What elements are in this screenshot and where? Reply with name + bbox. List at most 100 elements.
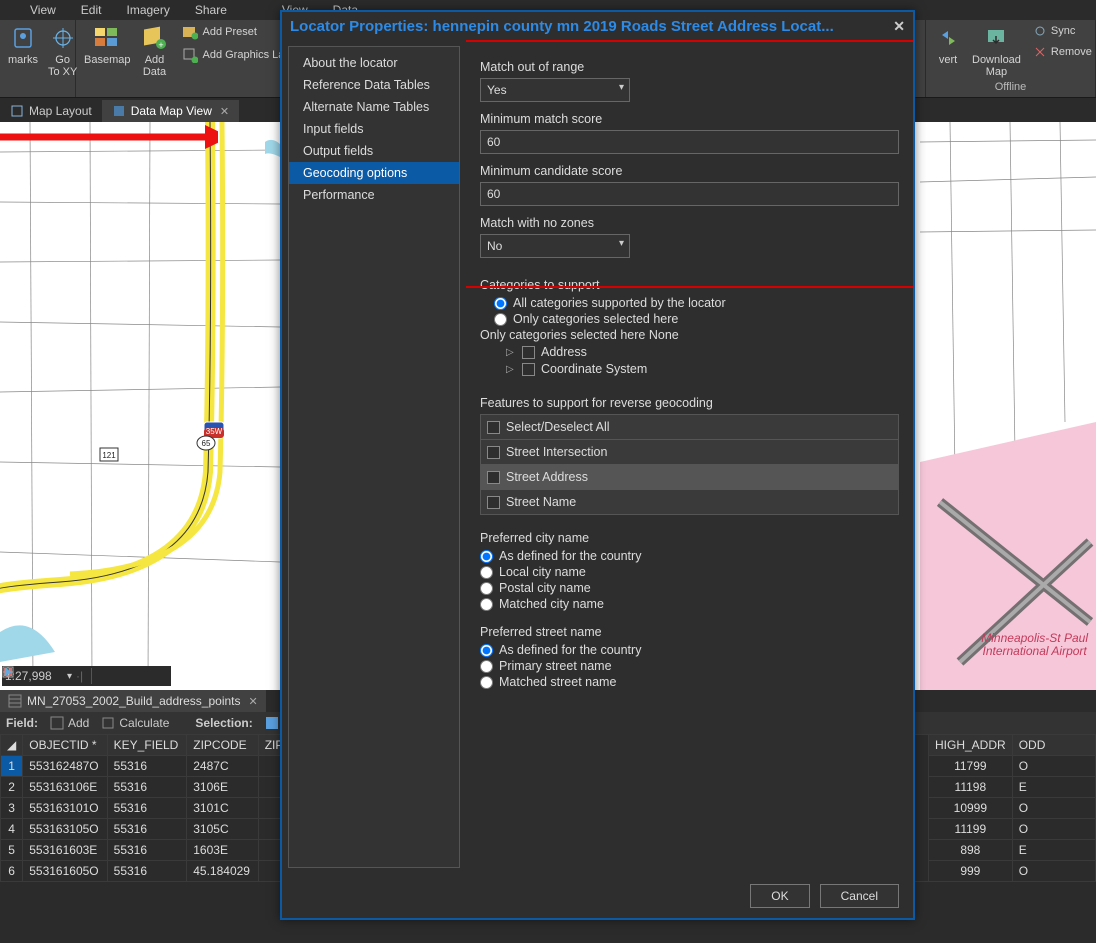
menu-view[interactable]: View xyxy=(30,3,56,17)
sidebar-item-alternate-name-tables[interactable]: Alternate Name Tables xyxy=(289,96,459,118)
close-icon[interactable]: ✕ xyxy=(893,18,905,35)
preset-icon xyxy=(182,24,198,40)
sync-icon xyxy=(1033,24,1047,38)
svg-text:121: 121 xyxy=(102,451,116,460)
tab-map-layout[interactable]: Map Layout xyxy=(0,100,102,122)
sidebar-item-input-fields[interactable]: Input fields xyxy=(289,118,459,140)
table-row[interactable]: 6553161605O5531645.184029 xyxy=(1,861,298,882)
menu-share[interactable]: Share xyxy=(195,3,227,17)
match-out-of-range-select[interactable]: Yes xyxy=(480,78,630,102)
reverse-features-list[interactable]: Select/Deselect AllStreet IntersectionSt… xyxy=(480,414,899,515)
categories-selected-text: Only categories selected here None xyxy=(480,328,899,342)
goto-xy-button[interactable]: Go To XY xyxy=(46,22,79,80)
min-match-label: Minimum match score xyxy=(480,112,899,126)
tree-item-address[interactable]: ▷Address xyxy=(506,345,899,359)
checkbox-icon[interactable] xyxy=(487,496,500,509)
dialog-title: Locator Properties: hennepin county mn 2… xyxy=(290,18,834,35)
tab-data-map-view[interactable]: Data Map View ✕ xyxy=(102,100,239,122)
categories-selected-radio[interactable] xyxy=(494,313,507,326)
calculate-button[interactable]: Calculate xyxy=(101,716,169,730)
sidebar-item-about-the-locator[interactable]: About the locator xyxy=(289,52,459,74)
table-row[interactable]: 11799O xyxy=(929,756,1096,777)
pref-city-radio-1[interactable] xyxy=(480,566,493,579)
row-header[interactable]: ◢ xyxy=(1,735,23,756)
min-candidate-input[interactable] xyxy=(480,182,899,206)
close-icon[interactable]: ✕ xyxy=(249,695,258,708)
min-candidate-label: Minimum candidate score xyxy=(480,164,899,178)
min-match-input[interactable] xyxy=(480,130,899,154)
attribute-table-right[interactable]: HIGH_ADDR ODD 11799O11198E10999O11199O89… xyxy=(928,734,1096,882)
pause-icon[interactable] xyxy=(98,668,114,684)
remove-button[interactable]: Remove xyxy=(1031,43,1094,61)
pref-street-radio-2[interactable] xyxy=(480,676,493,689)
table-row[interactable]: 999O xyxy=(929,861,1096,882)
checkbox-icon[interactable] xyxy=(487,471,500,484)
checkbox-icon[interactable] xyxy=(487,446,500,459)
add-preset-button[interactable]: Add Preset xyxy=(180,22,291,42)
categories-all-radio[interactable] xyxy=(494,297,507,310)
table-row[interactable]: 5553161603E553161603E xyxy=(1,840,298,861)
bookmarks-button[interactable]: marks xyxy=(6,22,40,68)
locator-properties-dialog: Locator Properties: hennepin county mn 2… xyxy=(280,10,915,920)
menu-imagery[interactable]: Imagery xyxy=(126,3,169,17)
pref-city-label: Preferred city name xyxy=(480,531,899,545)
svg-text:35W: 35W xyxy=(206,427,223,436)
basemap-button[interactable]: Basemap xyxy=(82,22,132,68)
feature-row[interactable]: Street Name xyxy=(481,490,899,515)
layout-icon xyxy=(10,104,24,118)
remove-icon xyxy=(1033,45,1047,59)
offline-group-label: Offline xyxy=(932,81,1089,95)
scale-bar: ▾ ·| xyxy=(2,666,171,686)
ok-button[interactable]: OK xyxy=(750,884,809,908)
menu-edit[interactable]: Edit xyxy=(81,3,102,17)
match-no-zones-label: Match with no zones xyxy=(480,216,899,230)
checkbox-icon[interactable] xyxy=(487,421,500,434)
sidebar-item-performance[interactable]: Performance xyxy=(289,184,459,206)
table-row[interactable]: 2553163106E553163106E xyxy=(1,777,298,798)
magnet-icon[interactable] xyxy=(116,668,132,684)
match-out-of-range-label: Match out of range xyxy=(480,60,899,74)
svg-text:65: 65 xyxy=(202,439,211,448)
table-row[interactable]: 1553162487O553162487C xyxy=(1,756,298,777)
tree-item-coordinate[interactable]: ▷Coordinate System xyxy=(506,362,899,376)
sidebar-item-output-fields[interactable]: Output fields xyxy=(289,140,459,162)
pref-city-radio-0[interactable] xyxy=(480,550,493,563)
match-no-zones-select[interactable]: No xyxy=(480,234,630,258)
pref-street-radio-1[interactable] xyxy=(480,660,493,673)
add-data-button[interactable]: + Add Data xyxy=(138,22,170,80)
features-reverse-label: Features to support for reverse geocodin… xyxy=(480,396,899,410)
add-field-button[interactable]: Add xyxy=(50,716,89,730)
table-row[interactable]: 11198E xyxy=(929,777,1096,798)
pref-city-radio-3[interactable] xyxy=(480,598,493,611)
table-row[interactable]: 11199O xyxy=(929,819,1096,840)
cancel-button[interactable]: Cancel xyxy=(820,884,899,908)
pref-street-label: Preferred street name xyxy=(480,625,899,639)
table-row[interactable]: 10999O xyxy=(929,798,1096,819)
dropdown-icon[interactable]: ▾ xyxy=(67,671,72,682)
table-row[interactable]: 898E xyxy=(929,840,1096,861)
sidebar-item-reference-data-tables[interactable]: Reference Data Tables xyxy=(289,74,459,96)
convert-button[interactable]: vert xyxy=(932,22,964,68)
attribute-table-tab[interactable]: MN_27053_2002_Build_address_points ✕ xyxy=(0,690,266,712)
sync-button[interactable]: Sync xyxy=(1031,22,1094,40)
table-row[interactable]: 4553163105O553163105C xyxy=(1,819,298,840)
map-icon xyxy=(112,104,126,118)
feature-row[interactable]: Street Intersection xyxy=(481,440,899,465)
feature-row[interactable]: Street Address xyxy=(481,465,899,490)
attribute-table-left[interactable]: ◢ OBJECTID * KEY_FIELD ZIPCODE ZIP_ 1553… xyxy=(0,734,298,882)
grid-icon[interactable] xyxy=(134,668,150,684)
feature-row[interactable]: Select/Deselect All xyxy=(481,415,899,440)
graphics-icon xyxy=(182,47,198,63)
svg-text:+: + xyxy=(159,40,164,50)
dialog-content: Match out of range Yes Minimum match sco… xyxy=(466,40,913,874)
play-icon[interactable] xyxy=(152,668,168,684)
close-icon[interactable]: ✕ xyxy=(220,105,229,118)
categories-label: Categories to support xyxy=(480,278,899,292)
pref-street-radio-0[interactable] xyxy=(480,644,493,657)
add-graphics-layer-button[interactable]: Add Graphics Lay xyxy=(180,45,291,65)
pref-city-radio-2[interactable] xyxy=(480,582,493,595)
sidebar-item-geocoding-options[interactable]: Geocoding options xyxy=(289,162,459,184)
table-icon xyxy=(8,694,22,708)
download-map-button[interactable]: Download Map xyxy=(970,22,1023,80)
table-row[interactable]: 3553163101O553163101C xyxy=(1,798,298,819)
